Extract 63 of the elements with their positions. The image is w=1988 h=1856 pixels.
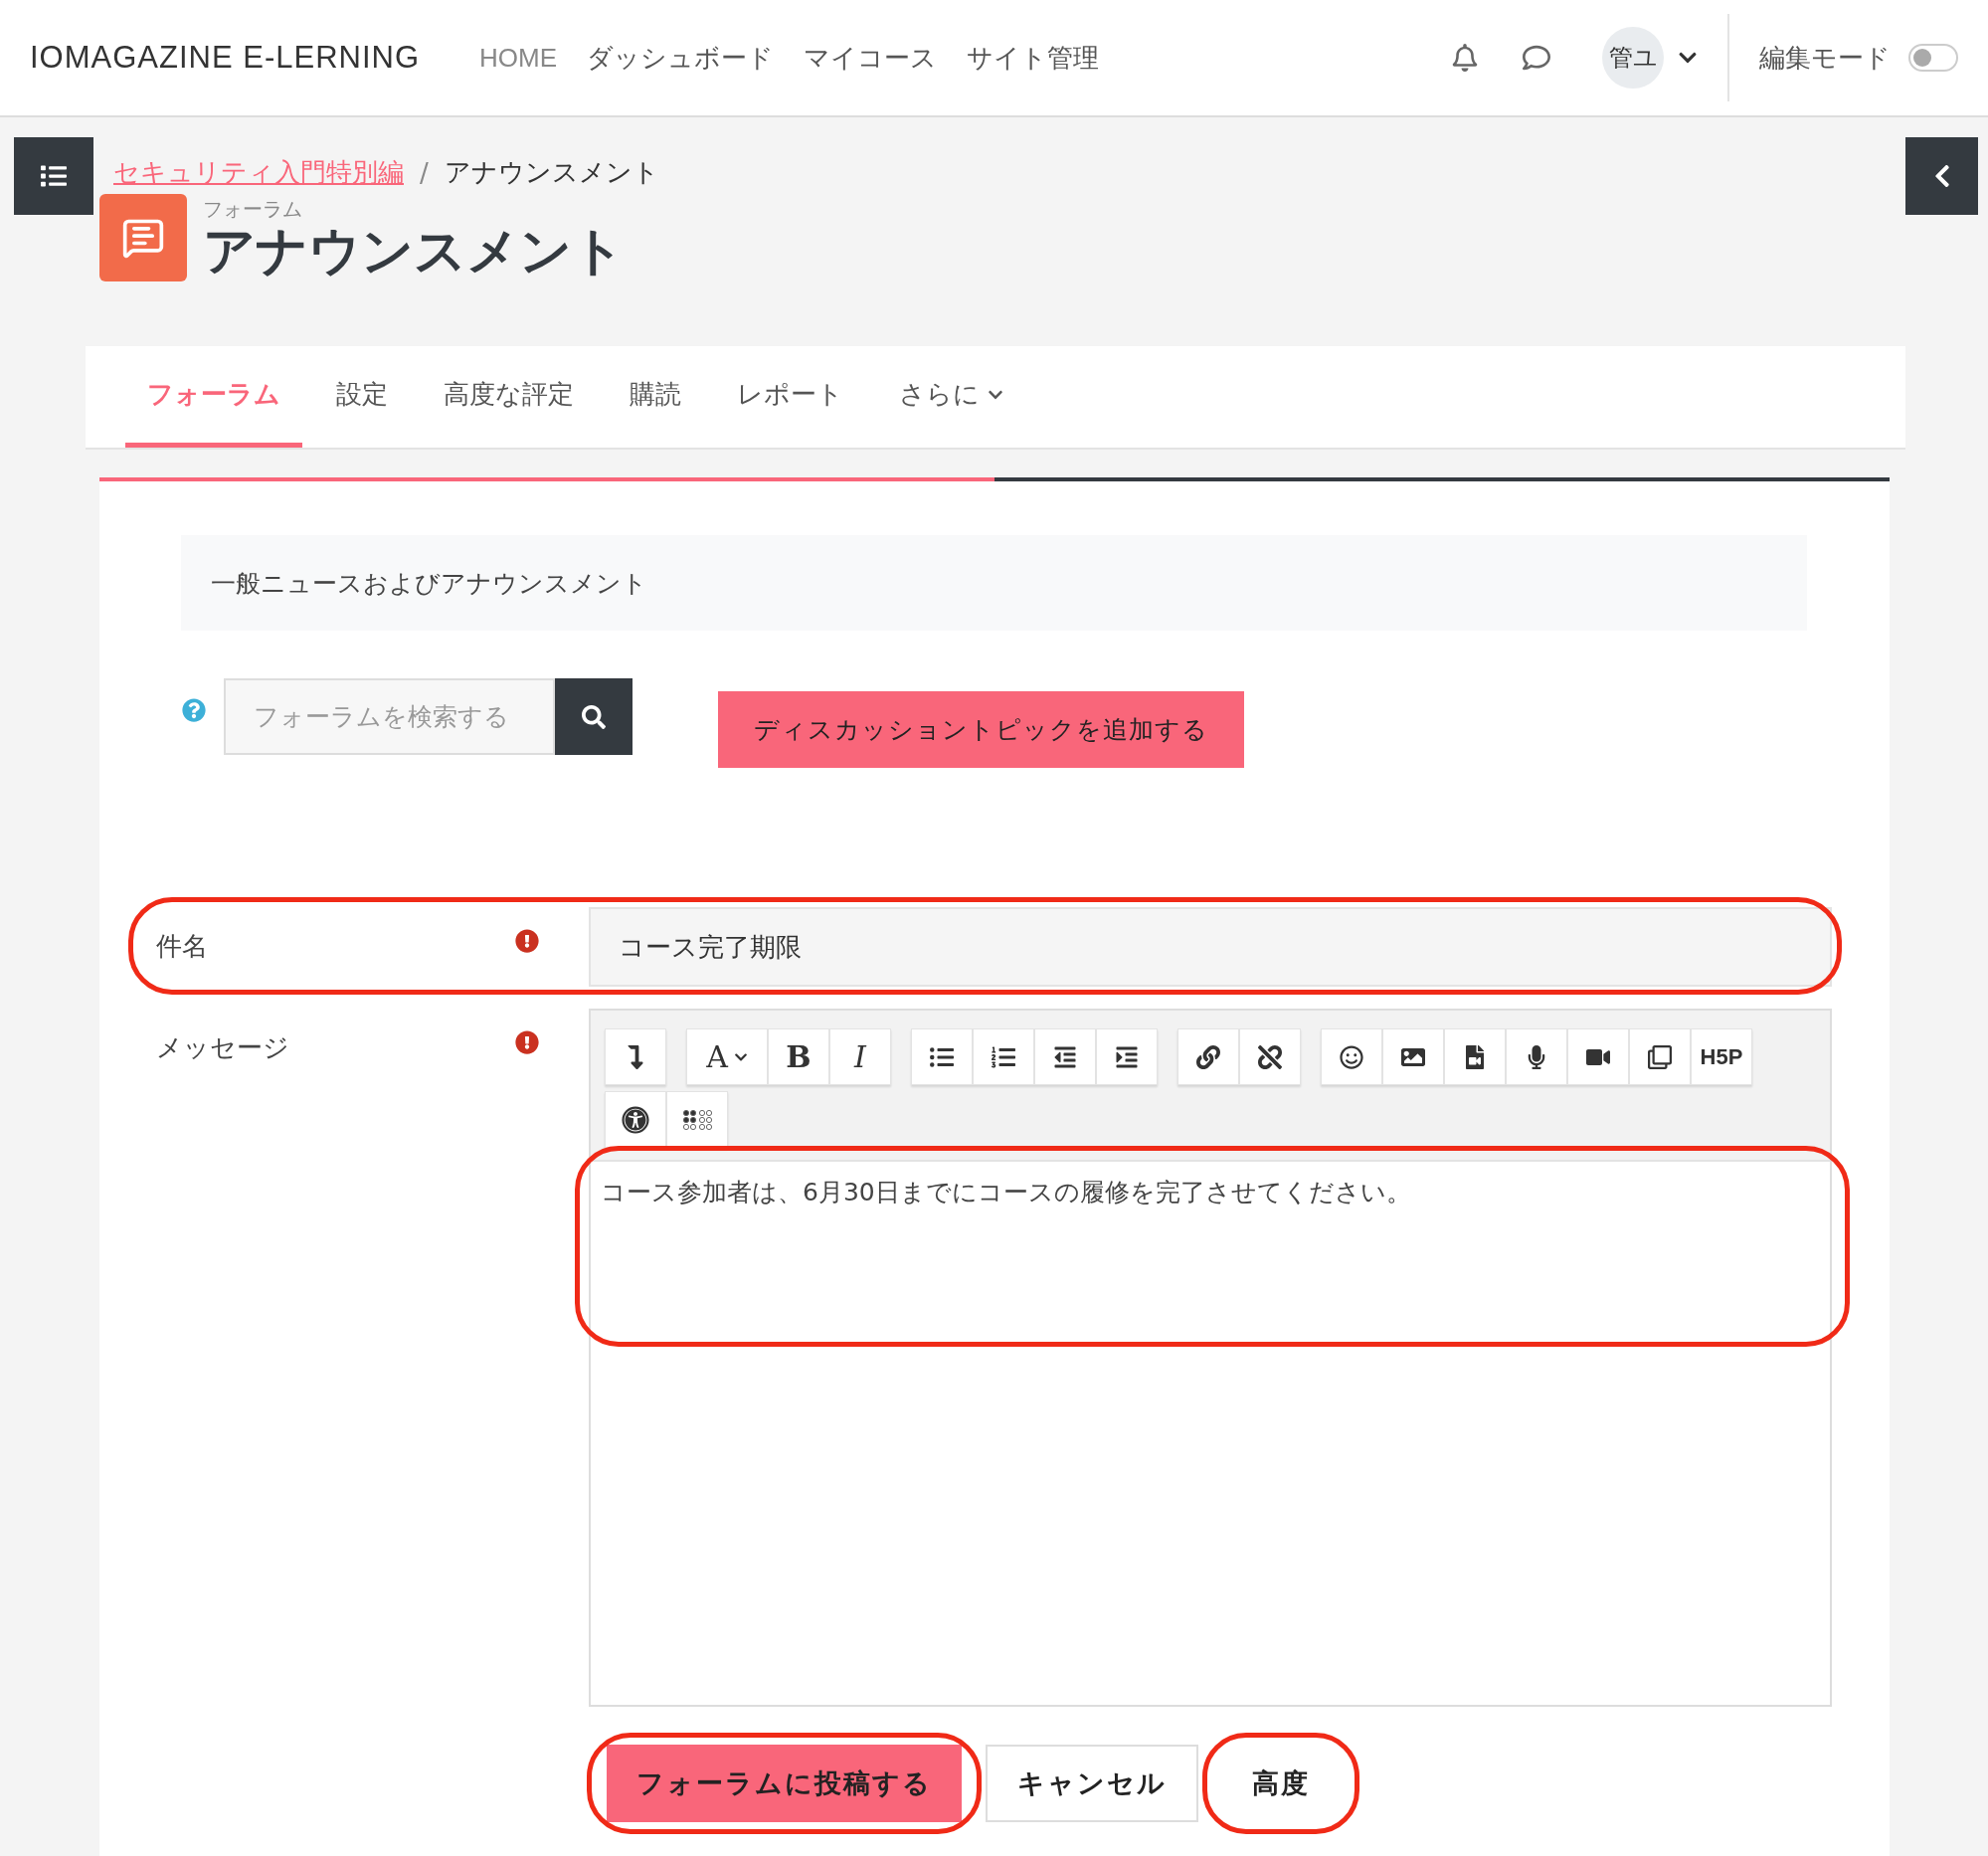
link-icon (1196, 1044, 1220, 1069)
nav-link[interactable]: サイト管理 (967, 40, 1100, 76)
forum-description: 一般ニュースおよびアナウンスメント (181, 535, 1807, 631)
h5p-button[interactable]: H5P (1691, 1028, 1752, 1085)
bold-button[interactable]: B (768, 1028, 829, 1085)
italic-button[interactable]: I (829, 1028, 891, 1085)
font-button[interactable]: A (686, 1028, 768, 1085)
bell-icon[interactable] (1451, 44, 1479, 72)
numbered-list-icon (992, 1044, 1015, 1069)
subject-field[interactable]: コース完了期限 (589, 907, 1832, 987)
unlink-icon (1258, 1044, 1282, 1069)
search-icon (582, 704, 606, 729)
toolbar-button[interactable] (1096, 1028, 1158, 1085)
toolbar-button[interactable] (605, 1091, 666, 1148)
collapse-button[interactable] (1905, 137, 1978, 215)
toolbar-button[interactable] (1567, 1028, 1629, 1085)
menu-button[interactable] (14, 137, 93, 215)
nav-link[interactable]: HOME (479, 42, 558, 74)
nav-link[interactable]: マイコース (804, 40, 938, 76)
toolbar-button[interactable] (605, 1028, 666, 1085)
bullet-list-icon (930, 1044, 954, 1069)
list-icon (41, 163, 67, 189)
breadcrumb-current: アナウンスメント (444, 156, 659, 189)
toolbar-button[interactable] (1444, 1028, 1506, 1085)
field-label: メッセージ (156, 1031, 289, 1064)
outdent-icon (1053, 1044, 1077, 1069)
toolbar-button[interactable] (1034, 1028, 1096, 1085)
page-title: アナウンスメント (203, 222, 625, 280)
tab[interactable]: さらに (877, 346, 1025, 448)
field-label: 件名 (156, 930, 208, 963)
tab[interactable]: 設定 (314, 346, 410, 448)
toolbar-button[interactable] (1629, 1028, 1691, 1085)
tab[interactable]: 購読 (608, 346, 703, 448)
copy-icon (1648, 1044, 1672, 1069)
form-button[interactable]: キャンセル (986, 1745, 1198, 1822)
edit-mode-toggle[interactable] (1908, 44, 1958, 72)
forum-icon (99, 194, 187, 281)
toolbar-button[interactable] (1506, 1028, 1567, 1085)
toolbar-button[interactable] (666, 1091, 728, 1148)
accessibility-icon (622, 1105, 649, 1134)
activity-type-label: フォーラム (203, 195, 303, 223)
site-brand[interactable]: IOMAGAZINE E-LERNING (30, 40, 421, 76)
search-button[interactable] (555, 678, 633, 755)
chat-bubble-icon[interactable] (1523, 44, 1550, 72)
add-topic-button[interactable]: ディスカッショントピックを追加する (718, 691, 1244, 768)
tab[interactable]: 高度な評定 (422, 346, 596, 448)
smiley-icon (1340, 1044, 1363, 1069)
indent-icon (1115, 1044, 1139, 1069)
nav-link[interactable]: ダッシュボード (587, 40, 775, 76)
tab[interactable]: レポート (715, 346, 865, 448)
video-file-icon (1463, 1044, 1487, 1069)
search-field[interactable]: フォーラムを検索する (224, 678, 555, 755)
toolbar-button[interactable] (1382, 1028, 1444, 1085)
toolbar-button[interactable] (1321, 1028, 1382, 1085)
edit-mode-label: 編集モード (1759, 41, 1891, 75)
toolbar-button[interactable] (973, 1028, 1034, 1085)
breadcrumb-separator: / (420, 157, 429, 188)
form-button[interactable]: フォーラムに投稿する (607, 1745, 962, 1822)
braille-icon (682, 1108, 712, 1131)
toolbar-button[interactable] (911, 1028, 973, 1085)
user-avatar[interactable]: 管ユ (1602, 27, 1664, 89)
toolbar-button[interactable] (1239, 1028, 1301, 1085)
toolbar-button[interactable] (1177, 1028, 1239, 1085)
